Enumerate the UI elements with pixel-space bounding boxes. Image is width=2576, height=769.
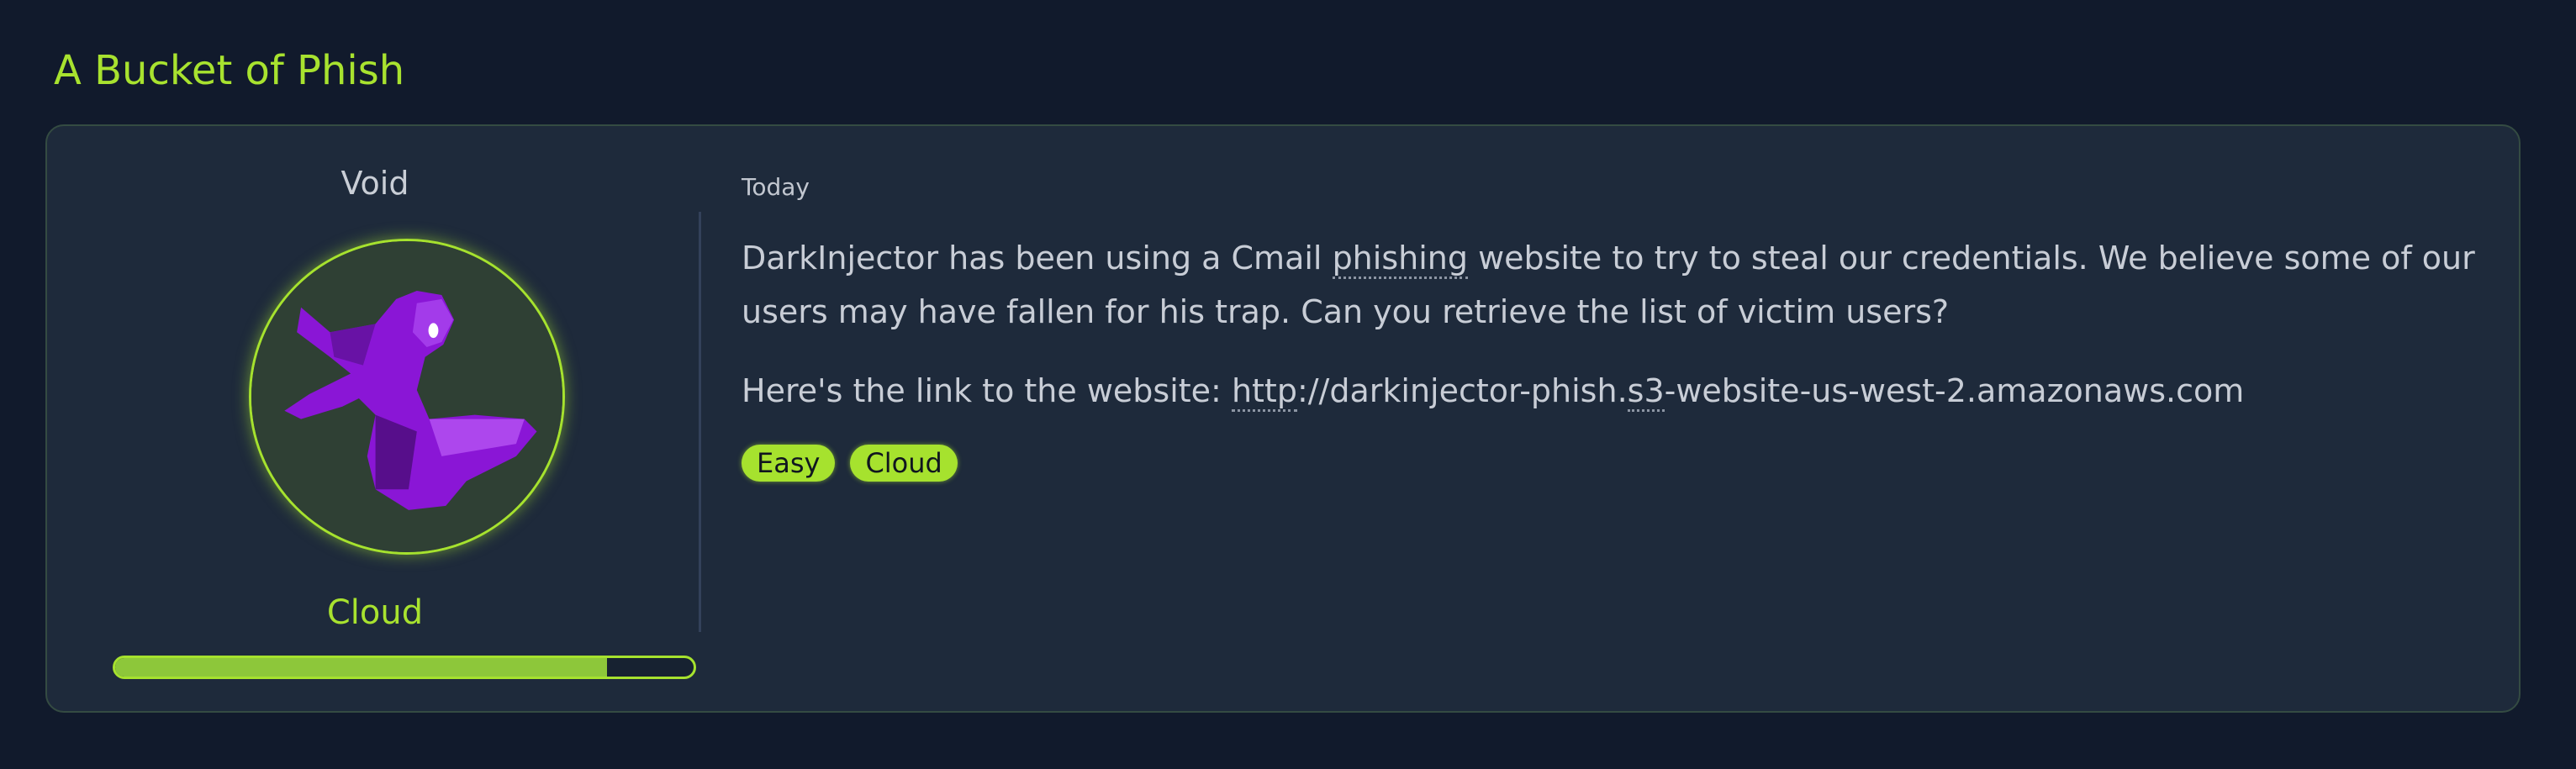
- tag-list: Easy Cloud: [742, 445, 2499, 482]
- abbr-phishing[interactable]: phishing: [1332, 240, 1468, 279]
- post-description: DarkInjector has been using a Cmail phis…: [742, 231, 2499, 339]
- website-link-line: Here's the link to the website: http://d…: [742, 372, 2499, 412]
- link-intro: Here's the link to the website:: [742, 372, 1232, 409]
- author-name: Void: [340, 165, 409, 202]
- tag-cloud[interactable]: Cloud: [850, 445, 958, 482]
- avatar-figure-icon: [251, 241, 562, 552]
- desc-text-1: DarkInjector has been using a Cmail: [742, 240, 1333, 277]
- abbr-s3[interactable]: s3: [1627, 372, 1665, 412]
- category-label: Cloud: [326, 593, 424, 632]
- link-end: -website-us-west-2.amazonaws.com: [1664, 372, 2245, 409]
- author-avatar: [249, 239, 565, 555]
- author-profile: Void Cloud: [81, 126, 696, 714]
- divider: [699, 212, 701, 632]
- page-title: A Bucket of Phish: [54, 47, 405, 94]
- post-date: Today: [742, 173, 810, 201]
- progress-fill: [115, 658, 607, 677]
- challenge-card: Void Cloud Today DarkInjector has been u…: [45, 124, 2521, 713]
- tag-easy[interactable]: Easy: [742, 445, 836, 482]
- post-content: Today DarkInjector has been using a Cmai…: [742, 173, 2499, 482]
- progress-bar: [113, 656, 696, 679]
- abbr-http[interactable]: http: [1231, 372, 1297, 412]
- link-mid: ://darkinjector-phish.: [1296, 372, 1628, 409]
